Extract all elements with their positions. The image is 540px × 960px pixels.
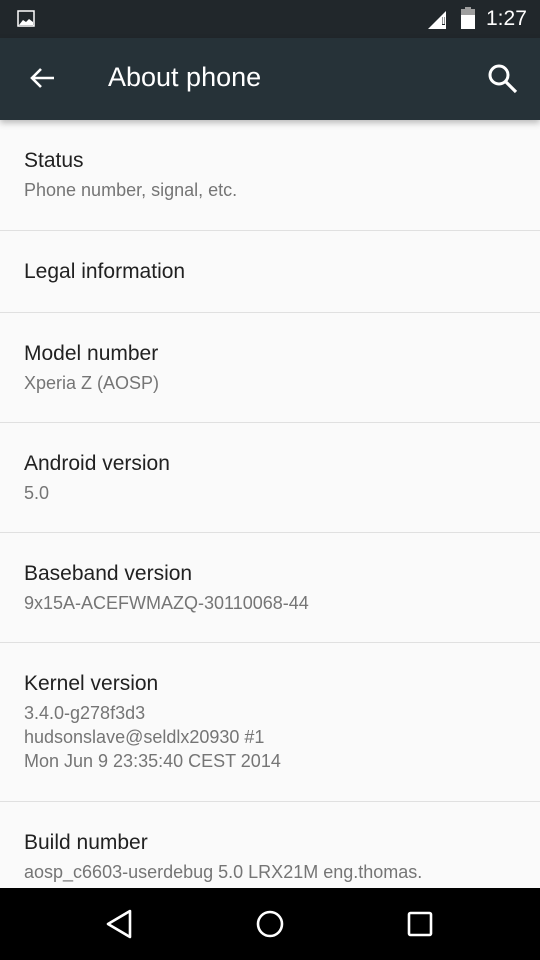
status-clock: 1:27 bbox=[486, 7, 527, 30]
settings-list: Status Phone number, signal, etc. Legal … bbox=[0, 120, 540, 888]
item-title: Legal information bbox=[24, 260, 186, 283]
item-title: Status bbox=[24, 149, 84, 172]
list-item-legal-information[interactable]: Legal information bbox=[0, 231, 540, 313]
battery-icon bbox=[461, 7, 475, 29]
list-item-build-number[interactable]: Build number aosp_c6603-userdebug 5.0 LR… bbox=[0, 802, 540, 888]
list-item-baseband-version: Baseband version 9x15A-ACEFWMAZQ-3011006… bbox=[0, 533, 540, 643]
list-item-status[interactable]: Status Phone number, signal, etc. bbox=[0, 120, 540, 231]
search-icon[interactable] bbox=[486, 62, 520, 96]
navigation-bar bbox=[0, 888, 540, 960]
recents-nav-icon[interactable] bbox=[402, 906, 438, 942]
image-notification-icon bbox=[17, 10, 35, 27]
item-title: Build number bbox=[24, 831, 148, 854]
back-nav-icon[interactable] bbox=[102, 906, 138, 942]
item-title: Baseband version bbox=[24, 562, 193, 585]
item-summary: Xperia Z (AOSP) bbox=[24, 373, 160, 393]
status-bar: 1:27 bbox=[0, 0, 540, 38]
arrow-back-icon[interactable] bbox=[24, 60, 60, 96]
item-summary: Phone number, signal, etc. bbox=[24, 180, 238, 200]
item-title: Model number bbox=[24, 342, 159, 365]
list-item-android-version[interactable]: Android version 5.0 bbox=[0, 423, 540, 533]
signal-no-data-icon bbox=[428, 11, 446, 29]
item-summary: 9x15A-ACEFWMAZQ-30110068-44 bbox=[24, 593, 309, 613]
app-toolbar: About phone bbox=[0, 38, 540, 120]
item-title: Android version bbox=[24, 452, 170, 475]
item-summary: 3.4.0-g278f3d3 hudsonslave@seldlx20930 #… bbox=[24, 703, 281, 771]
item-summary: aosp_c6603-userdebug 5.0 LRX21M eng.thom… bbox=[24, 862, 423, 882]
item-summary: 5.0 bbox=[24, 483, 50, 503]
home-nav-icon[interactable] bbox=[252, 906, 288, 942]
list-item-model-number: Model number Xperia Z (AOSP) bbox=[0, 313, 540, 423]
page-title: About phone bbox=[108, 62, 262, 92]
item-title: Kernel version bbox=[24, 672, 159, 695]
list-item-kernel-version: Kernel version 3.4.0-g278f3d3 hudsonslav… bbox=[0, 643, 540, 802]
